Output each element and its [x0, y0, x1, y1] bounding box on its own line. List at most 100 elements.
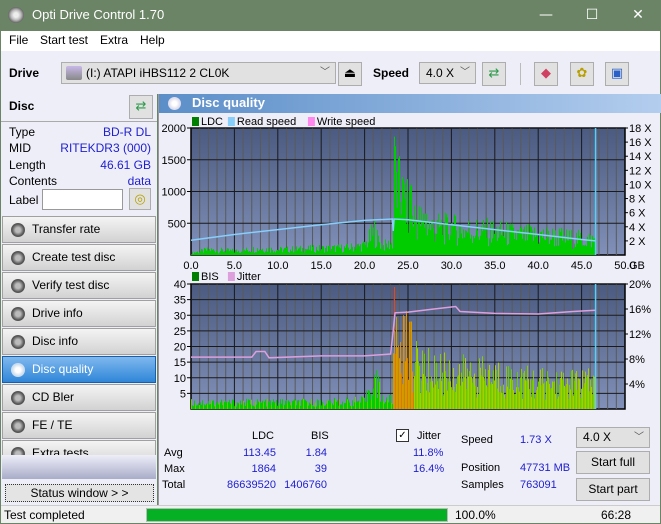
- bis-bar: [451, 387, 452, 409]
- bis-bar: [513, 390, 514, 409]
- ldc-bar: [350, 249, 351, 255]
- ldc-bar: [261, 249, 262, 255]
- ldc-bar: [426, 213, 427, 255]
- nav-label: Create test disc: [32, 250, 116, 264]
- menu-file[interactable]: File: [9, 33, 28, 47]
- bis-bar: [350, 405, 351, 409]
- bis-bar: [507, 386, 508, 409]
- ldc-bar: [421, 207, 422, 255]
- bis-bar: [477, 386, 478, 409]
- nav-transfer-rate[interactable]: Transfer rate: [2, 216, 156, 243]
- ldc-bar: [422, 220, 423, 255]
- y2-tick-label: 12%: [629, 329, 651, 341]
- status-window-button[interactable]: Status window > >: [5, 484, 154, 502]
- bis-bar: [559, 384, 560, 409]
- ldc-bar: [312, 246, 313, 255]
- bis-bar: [261, 402, 262, 409]
- status-bar: Test completed 100.0% 66:28: [1, 505, 660, 523]
- bis-bar: [474, 373, 475, 409]
- disc-refresh-button[interactable]: ⇄: [129, 95, 153, 119]
- start-full-button[interactable]: Start full: [576, 451, 650, 474]
- bis-bar: [375, 377, 376, 409]
- bis-bar: [204, 404, 205, 409]
- jitter-checkbox[interactable]: ✓: [396, 429, 409, 442]
- ldc-bar: [197, 251, 198, 255]
- bis-bar: [512, 379, 513, 409]
- bis-bar: [346, 397, 347, 409]
- erase-button[interactable]: ◆: [534, 62, 558, 86]
- ldc-bar: [567, 240, 568, 255]
- bis-bar: [316, 406, 317, 409]
- ldc-bar: [332, 246, 333, 255]
- drive-select[interactable]: (I:) ATAPI iHBS112 2 CL0K ﹀: [61, 62, 336, 84]
- position-value: 47731 MB: [520, 462, 571, 474]
- bis-bar: [557, 398, 558, 409]
- ldc-bar: [274, 251, 275, 255]
- bis-bar: [330, 400, 331, 409]
- menu-extra[interactable]: Extra: [100, 33, 128, 47]
- bis-bar: [228, 402, 229, 409]
- ldc-bar: [239, 252, 240, 255]
- ldc-bar: [555, 230, 556, 255]
- minimize-button[interactable]: —: [523, 0, 569, 31]
- y2-tick-label: 4%: [629, 379, 645, 391]
- bis-bar: [320, 400, 321, 409]
- refresh-button[interactable]: ⇄: [482, 62, 506, 86]
- ldc-bar: [570, 239, 571, 255]
- bis-bar: [428, 347, 429, 409]
- nav-fe-te[interactable]: FE / TE: [2, 412, 156, 439]
- ldc-bar: [238, 250, 239, 255]
- ldc-bar: [417, 239, 418, 255]
- bis-bar: [203, 405, 204, 409]
- bis-bar: [519, 391, 520, 409]
- disc-label-button[interactable]: ◎: [129, 188, 151, 210]
- save-button[interactable]: ▣: [605, 62, 629, 86]
- nav-disc-info[interactable]: Disc info: [2, 328, 156, 355]
- test-speed-select[interactable]: 4.0 X ﹀: [576, 427, 650, 448]
- maximize-button[interactable]: ☐: [569, 0, 615, 31]
- ldc-bar: [284, 248, 285, 255]
- ldc-bar: [195, 252, 196, 255]
- ldc-bar: [273, 252, 274, 255]
- ldc-bar: [225, 252, 226, 255]
- bis-bar: [462, 381, 463, 409]
- bis-bar: [372, 395, 373, 409]
- jitter-max: 16.4%: [413, 463, 445, 475]
- menu-start-test[interactable]: Start test: [40, 33, 88, 47]
- ldc-bar: [542, 237, 543, 255]
- bis-bar: [570, 389, 571, 409]
- bis-bar: [554, 381, 555, 409]
- ldc-bar: [524, 226, 525, 255]
- ldc-bar: [419, 206, 420, 255]
- type-label: Type: [9, 125, 36, 139]
- bis-bar: [271, 404, 272, 409]
- label-input[interactable]: [42, 189, 123, 210]
- nav-verify-test-disc[interactable]: Verify test disc: [2, 272, 156, 299]
- bis-bar: [222, 405, 223, 409]
- legend-swatch: [227, 272, 235, 281]
- start-part-button[interactable]: Start part: [576, 478, 650, 501]
- jitter-label: Jitter: [417, 430, 441, 442]
- bis-bar: [331, 403, 332, 409]
- ldc-bar: [253, 247, 254, 255]
- nav-drive-info[interactable]: Drive info: [2, 300, 156, 327]
- ldc-bar: [300, 245, 301, 255]
- ldc-bar: [268, 247, 269, 255]
- eject-button[interactable]: ⏏: [338, 62, 362, 86]
- ldc-bar: [556, 245, 557, 255]
- nav-create-test-disc[interactable]: Create test disc: [2, 244, 156, 271]
- bis-bar: [217, 402, 218, 409]
- nav-disc-quality[interactable]: Disc quality: [2, 356, 156, 383]
- close-button[interactable]: ✕: [615, 0, 661, 31]
- ldc-bar: [407, 179, 408, 255]
- ldc-bar: [457, 245, 458, 255]
- menu-help[interactable]: Help: [140, 33, 165, 47]
- settings-button[interactable]: ✿: [570, 62, 594, 86]
- ldc-bar: [409, 191, 410, 255]
- nav-cd-bler[interactable]: CD Bler: [2, 384, 156, 411]
- speed-select[interactable]: 4.0 X ﹀: [419, 62, 476, 84]
- y2-tick-label: 10 X: [629, 179, 652, 191]
- ldc-bar: [434, 241, 435, 255]
- ldc-bar: [538, 243, 539, 255]
- bis-bar: [353, 406, 354, 409]
